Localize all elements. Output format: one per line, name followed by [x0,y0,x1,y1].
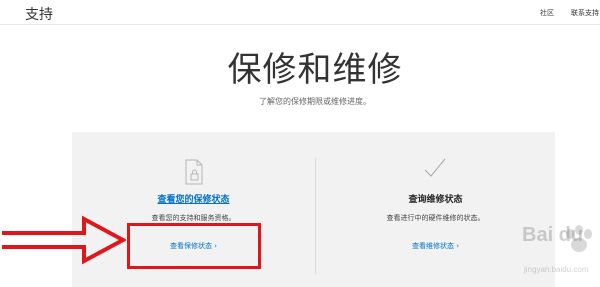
check-repair-status-link[interactable]: 查看维修状态 › [316,241,555,251]
watermark-text: Bai du [522,224,584,246]
red-highlight-box [127,223,261,269]
repair-description: 查看进行中的硬件维修的状态。 [386,214,485,222]
red-arrow-annotation [2,215,126,265]
repair-card: 查询维修状态 查看进行中的硬件维修的状态。 查看维修状态 › [316,132,555,287]
page-subtitle: 了解您的保修期限或维修进度。 [259,97,371,106]
document-lock-icon [185,159,203,185]
watermark-url: jingyan.baidu.com [524,265,589,274]
nav-community[interactable]: 社区 [540,8,554,18]
repair-status-title: 查询维修状态 [408,195,463,205]
warranty-status-title-link[interactable]: 查看您的保修状态 [72,192,315,205]
brand-title[interactable]: 支持 [25,4,53,24]
top-nav-bar: 支持 社区 联系支持 [0,0,600,25]
page-title: 保修和维修 [227,50,403,90]
nav-contact-support[interactable]: 联系支持 [571,8,599,18]
checkmark-icon [424,158,446,177]
